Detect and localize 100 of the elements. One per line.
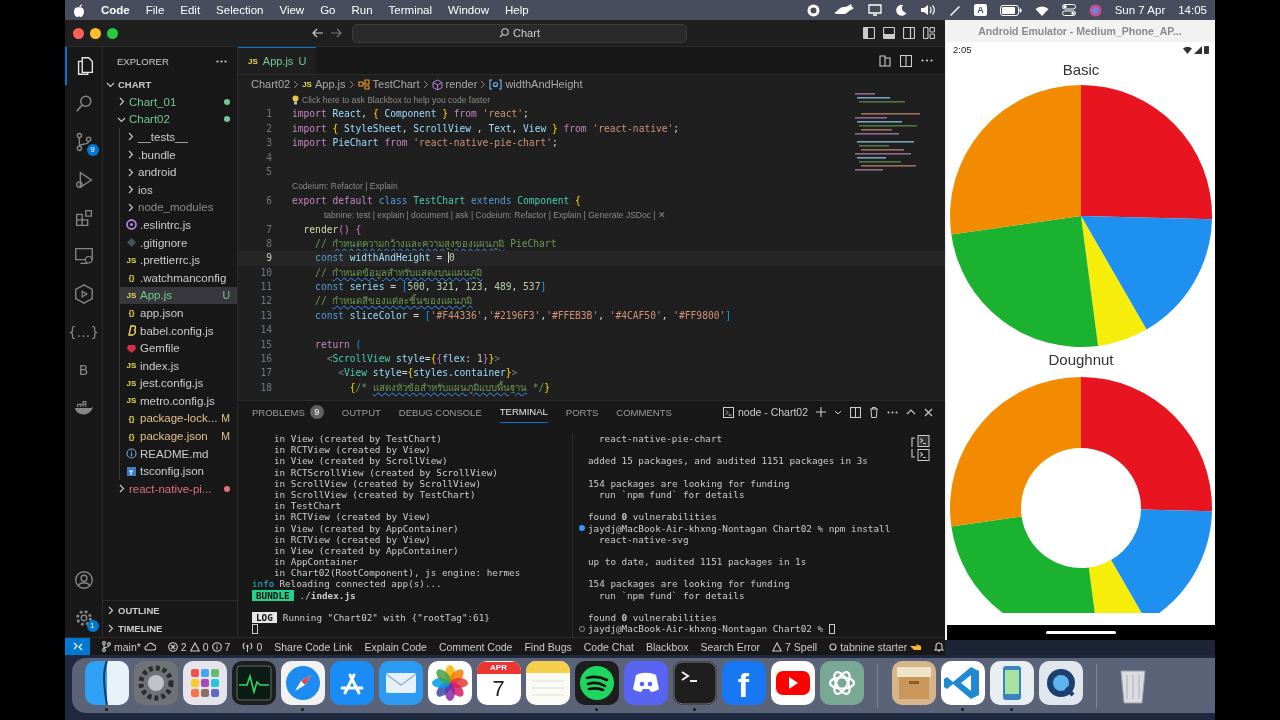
- tree-item[interactable]: .gitignore: [120, 233, 237, 252]
- tree-item[interactable]: react-native-pi...: [103, 480, 237, 498]
- breadcrumb-item[interactable]: Chart02: [251, 78, 291, 90]
- panel-tab[interactable]: DEBUG CONSOLE: [398, 401, 482, 423]
- tree-item[interactable]: {} package.json M: [120, 427, 237, 445]
- line-number: 8: [265, 236, 272, 251]
- menu-item[interactable]: Terminal: [388, 4, 433, 16]
- menu-item[interactable]: Run: [351, 4, 373, 16]
- menu-item[interactable]: Go: [320, 4, 336, 16]
- code-token: =: [389, 281, 397, 293]
- status-command[interactable]: Blackbox: [645, 640, 689, 653]
- breadcrumb-item[interactable]: JS App.js: [302, 78, 346, 90]
- terminal-line: in View (created by TestChart): [273, 433, 442, 445]
- code-lens[interactable]: tabnine: test | explain | document | ask | Codeium: Refactor | Explain | Generate JSDoc | ✕: [304, 208, 666, 223]
- status-command[interactable]: Code Chat: [583, 640, 634, 653]
- tree-item[interactable]: node_modules: [120, 198, 237, 217]
- status-command[interactable]: Search Error: [700, 640, 761, 653]
- tree-item[interactable]: .eslintrc.js: [120, 216, 237, 234]
- tree-item[interactable]: Chart02: [103, 110, 237, 129]
- ports-status[interactable]: 0: [242, 640, 263, 653]
- tree-item[interactable]: ios: [120, 180, 237, 199]
- spell-status[interactable]: 7 Spell: [772, 640, 818, 653]
- tree-item[interactable]: JS jest.config.js: [120, 374, 237, 393]
- code-token: 1: [476, 353, 483, 365]
- section-header[interactable]: TIMELINE: [103, 619, 237, 637]
- tree-item[interactable]: JS metro.config.js: [120, 392, 237, 410]
- menu-item[interactable]: Code: [101, 4, 130, 16]
- tree-item[interactable]: JS index.js: [120, 356, 237, 375]
- panel-tab[interactable]: PORTS: [565, 401, 599, 423]
- json-file-icon: {}: [126, 308, 137, 318]
- status-command[interactable]: Share Code Link: [274, 640, 353, 653]
- menu-time[interactable]: 14:05: [1178, 4, 1207, 16]
- breadcrumb-item[interactable]: render: [431, 78, 478, 90]
- calendar-icon[interactable]: APR 7: [476, 660, 521, 705]
- section-header[interactable]: CHART: [103, 75, 237, 93]
- tree-item[interactable]: Chart_01: [103, 93, 237, 111]
- chart-title: Doughnut: [1048, 350, 1114, 370]
- js-file-icon: JS: [126, 290, 137, 300]
- breadcrumb-item[interactable]: widthAndHeight: [489, 78, 583, 90]
- activity-bar-item[interactable]: {...}: [67, 324, 100, 340]
- editor-tab[interactable]: JS App.js U: [238, 47, 317, 74]
- tree-item[interactable]: JS .prettierrc.js: [120, 251, 237, 269]
- line-number: 14: [259, 323, 272, 338]
- code-token: }: [544, 381, 550, 393]
- command-search-field[interactable]: Chart: [352, 23, 687, 43]
- tree-item[interactable]: babel.config.js: [120, 321, 237, 340]
- section-header[interactable]: OUTLINE: [103, 601, 237, 619]
- code-token: =: [401, 367, 408, 379]
- code-token: series: [349, 281, 385, 293]
- tree-item[interactable]: {} package-lock... M: [120, 409, 237, 428]
- tree-item[interactable]: JS App.js U: [120, 286, 237, 305]
- code-lens[interactable]: Codeium: Refactor | Explain: [292, 179, 398, 194]
- code-token: 489: [494, 281, 512, 293]
- phone-clock: 2:05: [953, 44, 972, 55]
- tabnine-status[interactable]: tabnine starter: [829, 640, 923, 653]
- breadcrumb-item[interactable]: TestChart: [357, 78, 420, 90]
- line-number: 11: [259, 280, 272, 295]
- menu-item[interactable]: Help: [504, 4, 529, 16]
- tree-item[interactable]: {} .watchmanconfig: [120, 268, 237, 287]
- menu-item[interactable]: Window: [448, 4, 489, 16]
- tree-item[interactable]: .bundle: [120, 145, 237, 164]
- branch-status[interactable]: main*: [102, 640, 156, 653]
- panel-tab[interactable]: TERMINAL: [499, 401, 548, 423]
- code-token: ;: [673, 122, 680, 134]
- code-token: (): [338, 223, 350, 235]
- menu-item[interactable]: Edit: [180, 4, 201, 16]
- input-source-indicator[interactable]: A: [974, 4, 987, 16]
- tree-item[interactable]: README.md: [120, 444, 237, 463]
- menu-date[interactable]: Sun 7 Apr: [1114, 4, 1166, 16]
- terminal-selector[interactable]: node - Chart02: [722, 406, 808, 418]
- status-command[interactable]: Comment Code: [438, 640, 513, 653]
- status-command[interactable]: Explain Code: [364, 640, 427, 653]
- panel-tab[interactable]: PROBLEMS 9: [252, 401, 324, 423]
- code-token: '#FF9800': [673, 309, 726, 321]
- menu-item[interactable]: View: [279, 4, 305, 16]
- facebook-logo-icon[interactable]: f: [721, 660, 766, 705]
- panel-tab[interactable]: COMMENTS: [616, 401, 672, 423]
- tree-item[interactable]: __tests__: [120, 128, 237, 146]
- code-token: {: [430, 353, 437, 365]
- terminal-line: added 15 packages, and audited 1151 packages in 3s: [587, 455, 868, 467]
- code-token: =: [424, 353, 431, 365]
- code-token: :: [465, 353, 473, 365]
- terminal-line: found 0 vulnerabilities: [587, 511, 717, 523]
- tree-item[interactable]: android: [120, 163, 237, 181]
- code-token: extends: [470, 194, 513, 206]
- code-token: from: [452, 108, 478, 120]
- status-command[interactable]: Find Bugs: [524, 640, 572, 653]
- activity-bar-item[interactable]: B: [78, 362, 89, 378]
- tree-item[interactable]: {} app.json: [120, 304, 237, 322]
- panel-tab[interactable]: OUTPUT: [341, 401, 381, 423]
- code-token: }: [505, 367, 512, 379]
- tree-item[interactable]: Gemfile: [120, 339, 237, 357]
- count-badge: 9: [309, 405, 324, 419]
- menu-item[interactable]: File: [145, 4, 165, 16]
- problems-status[interactable]: 2 0 7: [167, 640, 231, 653]
- js-file-icon: JS: [126, 378, 137, 388]
- tree-item[interactable]: tsconfig.json: [120, 462, 237, 481]
- menu-item[interactable]: Selection: [216, 4, 264, 16]
- code-hint[interactable]: Click here to ask Blackbox to help you code faster: [302, 93, 491, 108]
- code-token: //: [314, 295, 328, 307]
